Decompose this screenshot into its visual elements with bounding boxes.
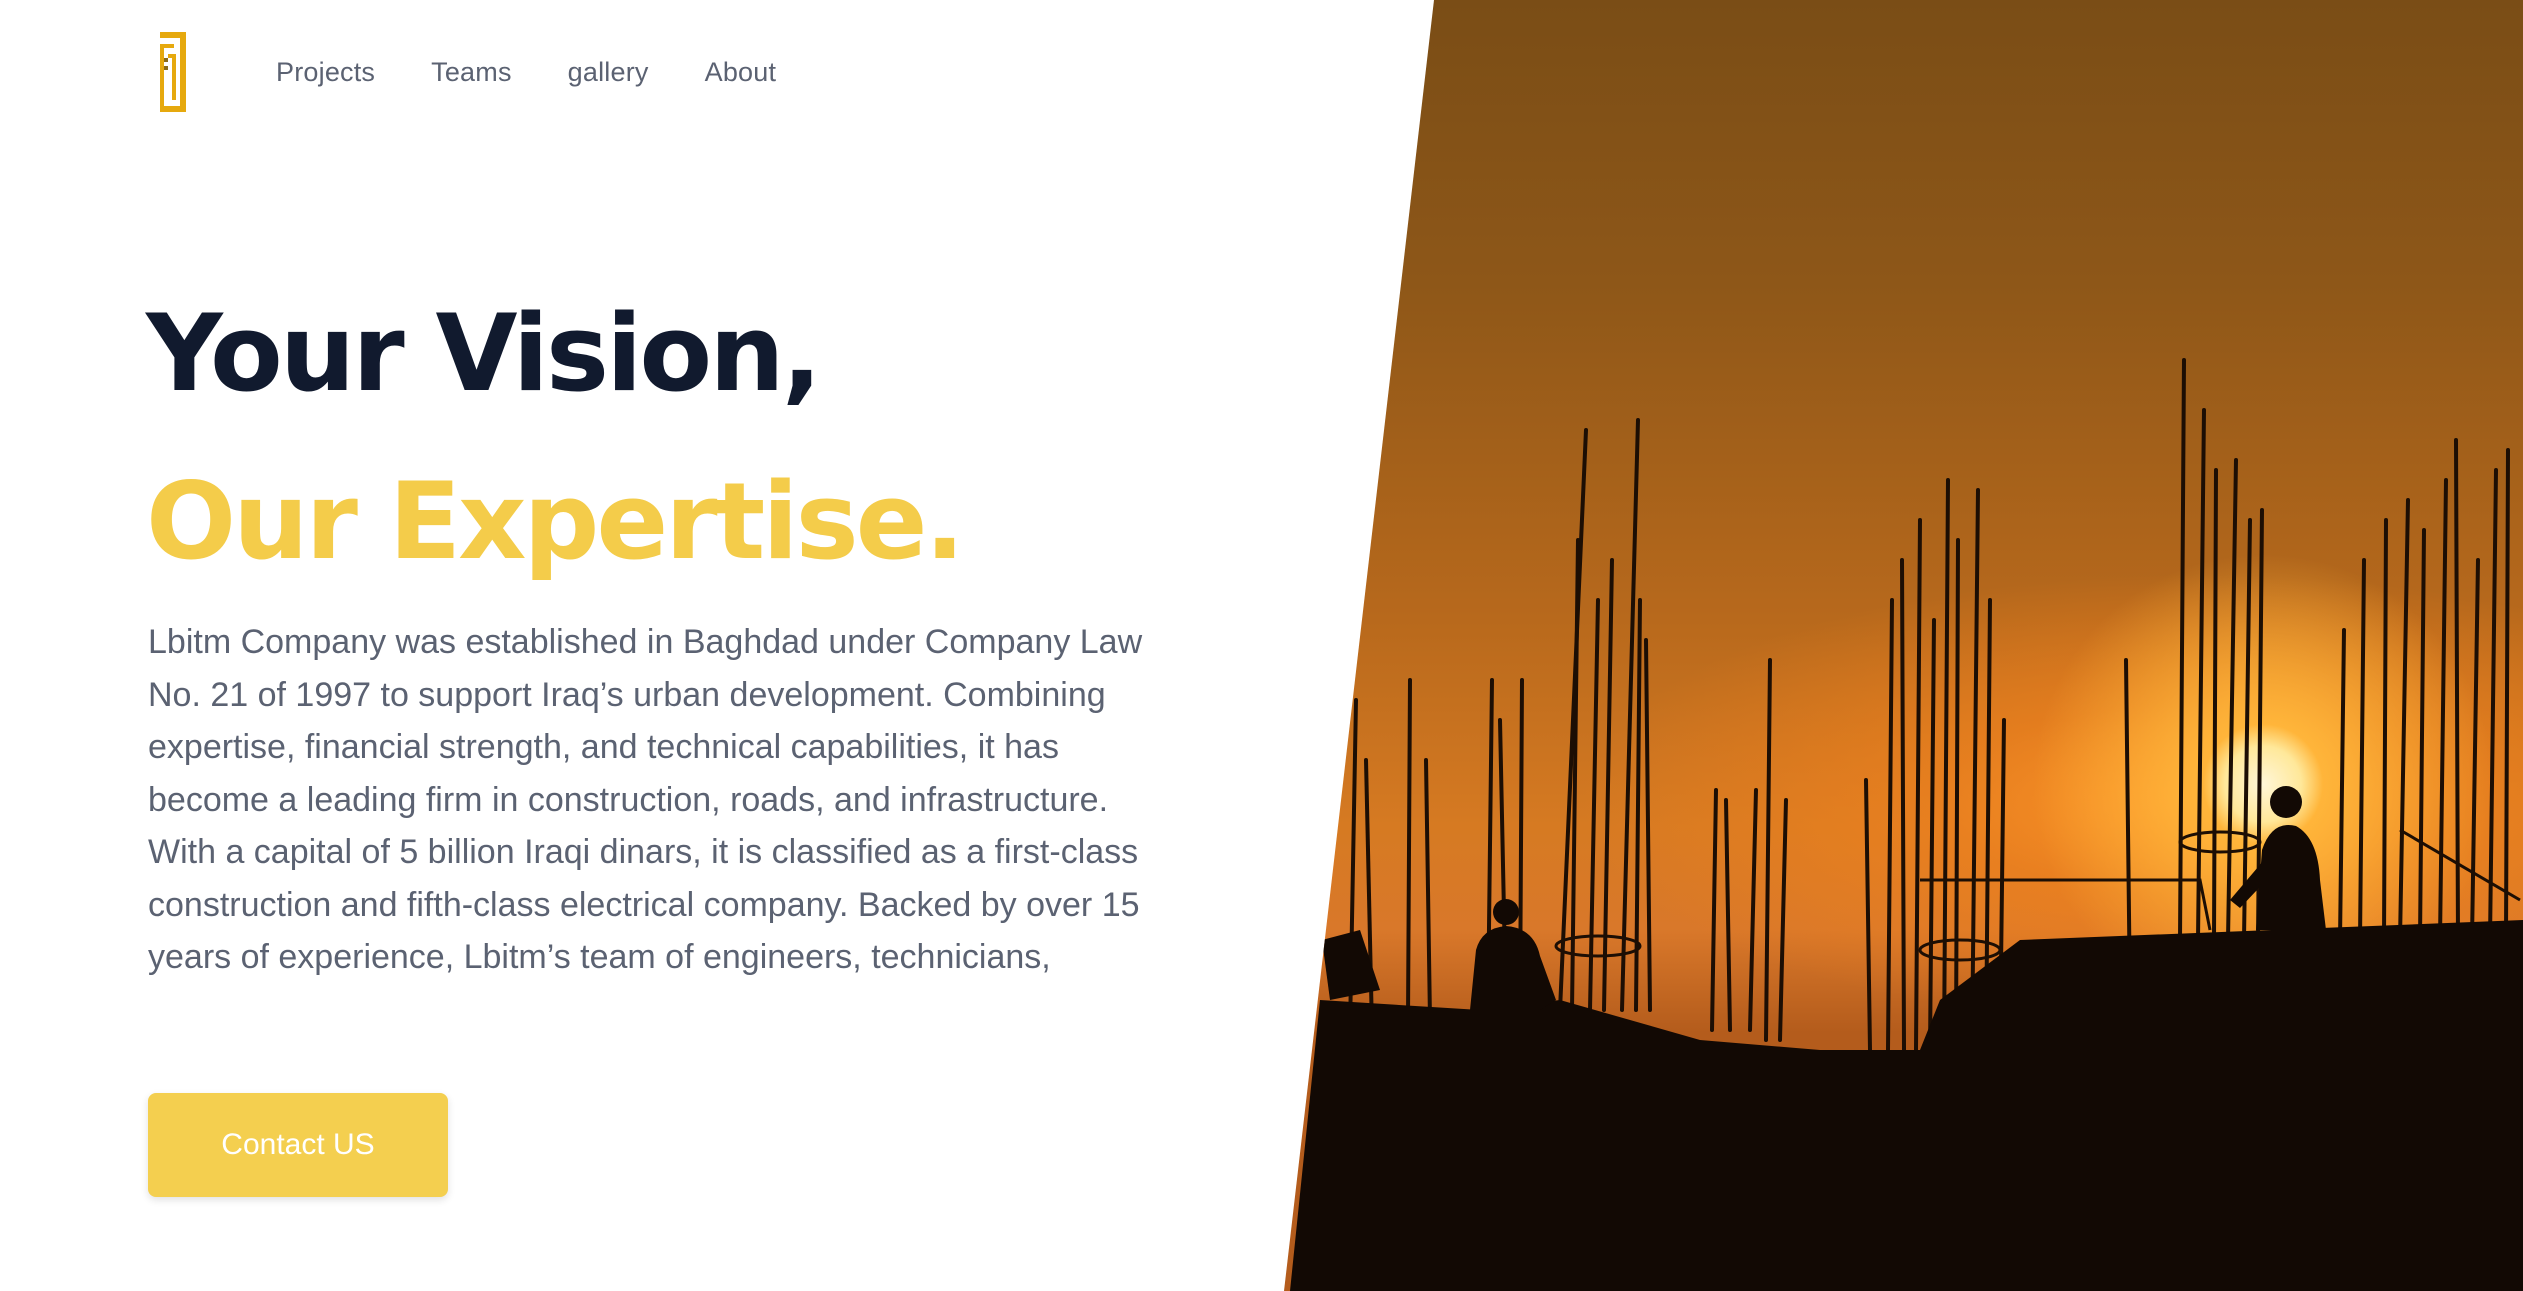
company-logo-icon[interactable]: [158, 30, 188, 114]
top-nav: Projects Teams gallery About: [158, 28, 832, 116]
headline-line-1: Your Vision,: [146, 292, 822, 415]
contact-us-button[interactable]: Contact US: [148, 1093, 448, 1197]
hero-headline: Your Vision, Our Expertise.: [146, 270, 965, 606]
landing-page: Projects Teams gallery About Your Vision…: [0, 0, 2523, 1291]
company-description: Lbitm Company was established in Baghdad…: [148, 623, 1143, 976]
nav-item-about[interactable]: About: [705, 57, 777, 88]
nav-item-projects[interactable]: Projects: [276, 57, 375, 88]
headline-line-2: Our Expertise.: [146, 460, 965, 583]
nav-item-teams[interactable]: Teams: [431, 57, 512, 88]
nav-item-gallery[interactable]: gallery: [568, 57, 649, 88]
